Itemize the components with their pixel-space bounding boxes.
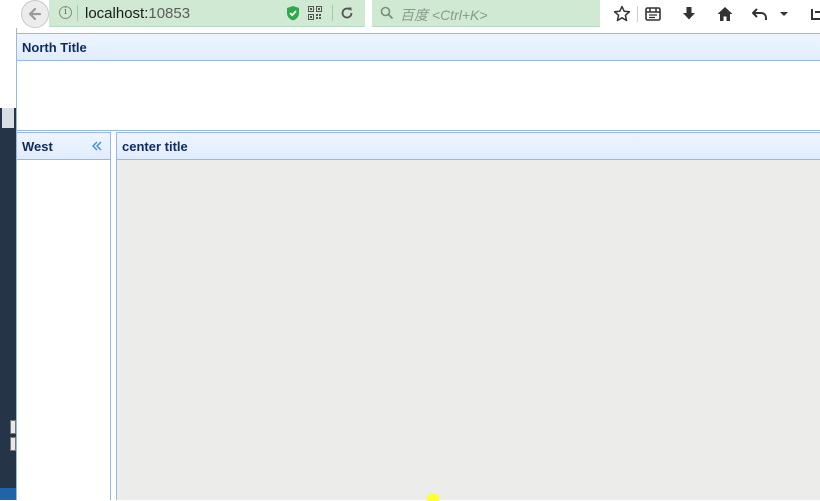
north-panel-title: North Title [22, 40, 87, 55]
center-panel-title: center title [122, 139, 188, 154]
center-panel-header: center title [117, 133, 820, 160]
home-icon [717, 7, 733, 21]
home-button[interactable] [715, 4, 735, 24]
west-panel-header: West [17, 133, 110, 160]
url-bar[interactable]: i localhost:10853 [49, 0, 365, 27]
overflow-button[interactable] [806, 4, 820, 24]
browser-toolbar: i localhost:10853 百度 <Ctrl+K> [0, 0, 820, 28]
back-icon [28, 7, 42, 21]
center-panel-body [117, 160, 820, 501]
search-icon [380, 6, 394, 20]
shield-icon[interactable] [286, 5, 300, 21]
url-separator [332, 5, 333, 21]
back-button[interactable] [21, 0, 49, 28]
search-placeholder: 百度 <Ctrl+K> [400, 7, 488, 23]
bookmark-button[interactable] [612, 4, 632, 24]
download-button[interactable] [679, 4, 699, 24]
north-panel: North Title [17, 33, 820, 131]
double-chevron-left-icon [92, 141, 102, 151]
taskbar-edge [0, 488, 16, 500]
center-panel: center title [116, 132, 820, 501]
url-separator [77, 5, 78, 21]
north-panel-header: North Title [17, 34, 820, 61]
desktop-window-edge [2, 108, 14, 128]
west-panel: West [17, 132, 111, 500]
qr-code-icon[interactable] [308, 6, 322, 20]
reading-list-icon [645, 7, 661, 21]
info-icon[interactable]: i [59, 6, 72, 19]
overflow-icon [811, 9, 820, 20]
url-text[interactable]: localhost:10853 [85, 5, 190, 22]
desktop-icon [10, 437, 16, 451]
desktop-icon [10, 420, 16, 434]
layout-container: North Title West center title [17, 33, 820, 501]
menu-dropdown-icon [780, 12, 788, 16]
history-dropdown[interactable] [777, 4, 791, 24]
url-port: 10853 [148, 5, 191, 22]
search-bar[interactable]: 百度 <Ctrl+K> [372, 0, 600, 27]
west-panel-title: West [22, 139, 53, 154]
reading-list-button[interactable] [643, 4, 663, 24]
star-icon [613, 5, 631, 22]
undo-icon [752, 8, 767, 20]
west-collapse-button[interactable] [90, 138, 104, 154]
undo-button[interactable] [750, 4, 770, 24]
url-host: localhost: [85, 5, 149, 22]
download-icon [683, 7, 695, 20]
toolbar-separator [637, 6, 638, 22]
reload-icon[interactable] [340, 6, 354, 20]
